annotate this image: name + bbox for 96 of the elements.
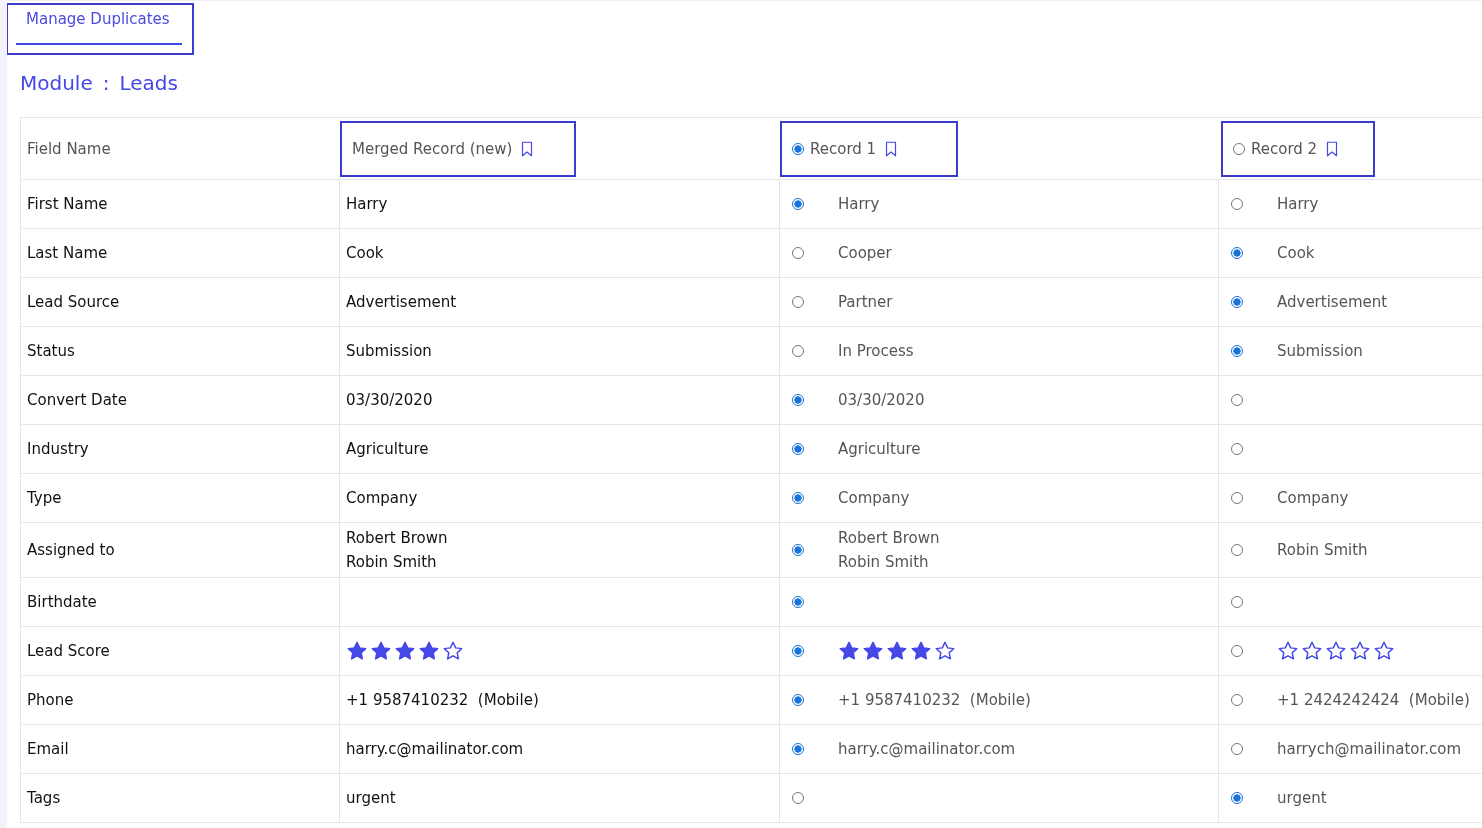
cell-text: harry.c@mailinator.com	[346, 740, 524, 758]
cell-text: 03/30/2020	[346, 391, 433, 409]
radio-button[interactable]	[1231, 596, 1243, 608]
field-name: Lead Score	[27, 642, 110, 660]
filled-star-icon	[886, 640, 908, 662]
radio-button[interactable]	[792, 596, 804, 608]
field-name: Email	[27, 740, 69, 758]
filled-star-icon	[394, 640, 416, 662]
cell-text: Company	[838, 489, 910, 507]
cell-text: Robin Smith	[1277, 541, 1368, 559]
radio-button[interactable]	[792, 142, 804, 155]
cell-text: Harry	[838, 195, 880, 213]
empty-star-icon	[1349, 640, 1371, 662]
field-name: Last Name	[27, 244, 108, 262]
radio-button[interactable]	[1231, 792, 1243, 804]
field-name: Birthdate	[27, 593, 97, 611]
radio-button[interactable]	[792, 394, 804, 406]
filled-star-icon	[838, 640, 860, 662]
module-label: Module	[20, 71, 93, 95]
field-name: Type	[27, 489, 62, 507]
radio-button[interactable]	[1233, 142, 1245, 155]
cell-text: Company	[346, 489, 418, 507]
field-name: First Name	[27, 195, 108, 213]
radio-button[interactable]	[1231, 492, 1243, 504]
radio-button[interactable]	[1231, 645, 1243, 657]
radio-button[interactable]	[792, 443, 804, 455]
cell-text: Robin Smith	[346, 553, 438, 571]
cell-text: In Process	[838, 342, 914, 360]
radio-button[interactable]	[1231, 544, 1243, 556]
radio-button[interactable]	[792, 198, 804, 210]
empty-star-icon	[1325, 640, 1347, 662]
cell-text: Cook	[1277, 244, 1315, 262]
cell-text: harrych@mailinator.com	[1277, 740, 1462, 758]
field-name: Convert Date	[27, 391, 127, 409]
cell-text: Cooper	[838, 244, 892, 262]
cell-text: Company	[1277, 489, 1349, 507]
radio-button[interactable]	[792, 296, 804, 308]
cell-text: Robin Smith	[838, 553, 930, 571]
empty-star-icon	[1277, 640, 1299, 662]
empty-star-icon	[934, 640, 956, 662]
cell-text: Agriculture	[838, 440, 921, 458]
empty-star-icon	[1373, 640, 1395, 662]
cell-text: Cook	[346, 244, 384, 262]
cell-text: Submission	[1277, 342, 1363, 360]
tab[interactable]: Manage Duplicates	[7, 3, 194, 55]
radio-button[interactable]	[1231, 394, 1243, 406]
cell-text: +1 9587410232 (Mobile)	[838, 691, 1031, 709]
field-name: Tags	[27, 789, 61, 807]
radio-button[interactable]	[792, 345, 804, 357]
field-name: Industry	[27, 440, 89, 458]
cell-text: +1 9587410232 (Mobile)	[346, 691, 539, 709]
cell-text: urgent	[346, 789, 396, 807]
field-name: Status	[27, 342, 75, 360]
cell-text: Partner	[838, 293, 893, 311]
radio-button[interactable]	[792, 743, 804, 755]
radio-button[interactable]	[1231, 296, 1243, 308]
column-title: Record 2	[1251, 139, 1318, 158]
filled-star-icon	[862, 640, 884, 662]
cell-text: Robert Brown	[346, 529, 448, 547]
radio-button[interactable]	[1231, 247, 1243, 259]
field-name: Assigned to	[27, 541, 115, 559]
empty-star-icon	[442, 640, 464, 662]
radio-button[interactable]	[792, 645, 804, 657]
radio-button[interactable]	[792, 492, 804, 504]
empty-star-icon	[1301, 640, 1323, 662]
field-name: Phone	[27, 691, 74, 709]
filled-star-icon	[910, 640, 932, 662]
separator: :	[102, 71, 110, 95]
radio-button[interactable]	[1231, 443, 1243, 455]
cell-text: Advertisement	[346, 293, 457, 311]
radio-button[interactable]	[792, 247, 804, 259]
cell-text: 03/30/2020	[838, 391, 925, 409]
cell-text: urgent	[1277, 789, 1327, 807]
column-title: Record 1	[810, 139, 877, 158]
filled-star-icon	[418, 640, 440, 662]
cell-text: +1 2424242424 (Mobile)	[1277, 691, 1470, 709]
radio-button[interactable]	[792, 694, 804, 706]
filled-star-icon	[370, 640, 392, 662]
cell-text: Submission	[346, 342, 432, 360]
cell-text: Agriculture	[346, 440, 429, 458]
radio-button[interactable]	[1231, 345, 1243, 357]
radio-button[interactable]	[792, 544, 804, 556]
radio-button[interactable]	[1231, 198, 1243, 210]
column-title: Field Name	[27, 139, 111, 158]
filled-star-icon	[346, 640, 368, 662]
cell-text: Robert Brown	[838, 529, 940, 547]
column-title: Merged Record (new)	[352, 139, 513, 158]
radio-button[interactable]	[1231, 694, 1243, 706]
field-name: Lead Source	[27, 293, 120, 311]
cell-text: Harry	[1277, 195, 1319, 213]
cell-text: Advertisement	[1277, 293, 1388, 311]
radio-button[interactable]	[792, 792, 804, 804]
cell-text: Harry	[346, 195, 388, 213]
module-name: Leads	[119, 71, 178, 95]
cell-text: harry.c@mailinator.com	[838, 740, 1016, 758]
radio-button[interactable]	[1231, 743, 1243, 755]
